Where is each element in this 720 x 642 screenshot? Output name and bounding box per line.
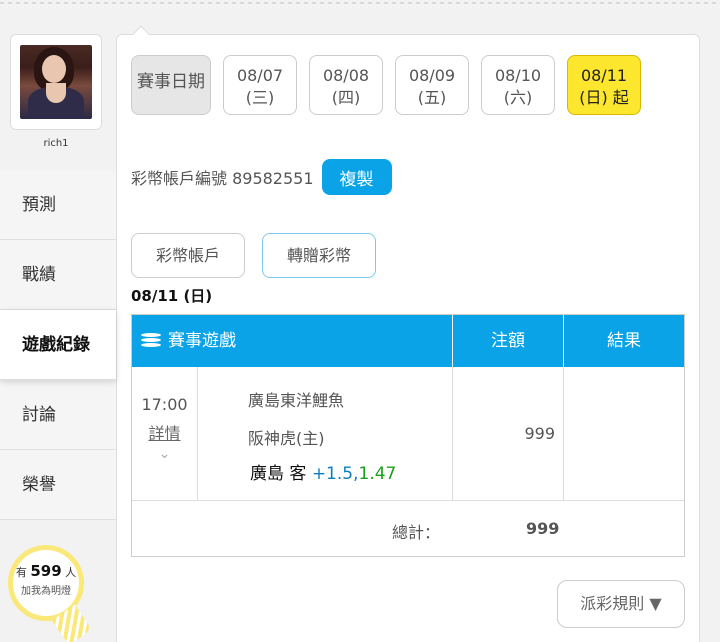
bet-pick: 廣島 客 +1.5,1.47 xyxy=(250,459,396,484)
detail-link[interactable]: 詳情 xyxy=(148,420,180,444)
account-number: 彩幣帳戶編號 89582551 xyxy=(131,169,314,188)
total-value: 999 xyxy=(526,519,560,538)
avatar-frame[interactable] xyxy=(10,34,102,130)
sidebar-menu: 預測 戰績 遊戲紀錄 討論 榮譽 xyxy=(0,170,116,520)
header-result: 結果 xyxy=(563,315,684,367)
account-row: 彩幣帳戶編號 89582551 複製 xyxy=(131,159,392,195)
sidebar-item-game-log[interactable]: 遊戲紀錄 xyxy=(0,310,116,380)
selected-date-heading: 08/11 (日) xyxy=(131,287,213,305)
wallet-button[interactable]: 彩幣帳戶 xyxy=(131,233,245,278)
chevron-down-icon[interactable]: ⌄ xyxy=(132,446,197,462)
total-label: 總計： xyxy=(392,523,441,542)
date-label: 賽事日期 xyxy=(131,55,211,115)
bulb-text: 加我為明燈 xyxy=(21,586,71,597)
date-tab-0810[interactable]: 08/10 (六) xyxy=(481,55,555,115)
team-away: 廣島東洋鯉魚 xyxy=(248,391,345,410)
bet-table: 賽事遊戲 注額 結果 17:00 詳情 ⌄ 廣島東洋鯉魚 阪神虎(主) 廣島 客… xyxy=(131,314,685,557)
payout-rules-button[interactable]: 派彩規則 ▼ xyxy=(557,580,685,628)
sidebar-item-honor[interactable]: 榮譽 xyxy=(0,450,116,520)
header-game: 賽事遊戲 xyxy=(168,331,236,351)
sidebar: rich1 預測 戰績 遊戲紀錄 討論 榮譽 有 599 人 加我為明燈 xyxy=(0,20,116,642)
username[interactable]: rich1 xyxy=(0,138,112,149)
table-header: 賽事遊戲 注額 結果 xyxy=(132,315,684,367)
dashed-top-edge xyxy=(0,0,720,8)
total-row: 總計： 999 xyxy=(132,501,684,557)
date-tab-0811[interactable]: 08/11 (日) 起 xyxy=(567,55,641,115)
coin-stack-icon xyxy=(140,330,162,352)
copy-button[interactable]: 複製 xyxy=(321,159,392,195)
pick-odds: 1.47 xyxy=(358,464,397,484)
pick-team: 廣島 客 xyxy=(250,464,307,484)
avatar[interactable] xyxy=(20,45,92,119)
bulb-suffix: 人 xyxy=(65,566,77,579)
date-tab-0808[interactable]: 08/08 (四) xyxy=(309,55,383,115)
team-home: 阪神虎(主) xyxy=(248,429,325,448)
stake-value: 999 xyxy=(452,367,563,501)
date-tab-0809[interactable]: 08/09 (五) xyxy=(395,55,469,115)
header-stake: 注額 xyxy=(452,315,563,367)
bulb-prefix: 有 xyxy=(15,566,27,579)
table-row: 17:00 詳情 ⌄ 廣島東洋鯉魚 阪神虎(主) 廣島 客 +1.5,1.47 … xyxy=(132,367,684,501)
date-tab-0807[interactable]: 08/07 (三) xyxy=(223,55,297,115)
sidebar-item-predict[interactable]: 預測 xyxy=(0,170,116,240)
transfer-button[interactable]: 轉贈彩幣 xyxy=(262,233,376,278)
bulb-count: 599 xyxy=(30,562,62,580)
main-panel: 賽事日期 08/07 (三) 08/08 (四) 08/09 (五) 08/10… xyxy=(116,25,700,642)
result-value xyxy=(563,367,684,501)
pick-line: +1.5, xyxy=(311,464,359,484)
game-time: 17:00 xyxy=(141,395,188,414)
sidebar-item-discuss[interactable]: 討論 xyxy=(0,380,116,450)
sidebar-item-record[interactable]: 戰績 xyxy=(0,240,116,310)
